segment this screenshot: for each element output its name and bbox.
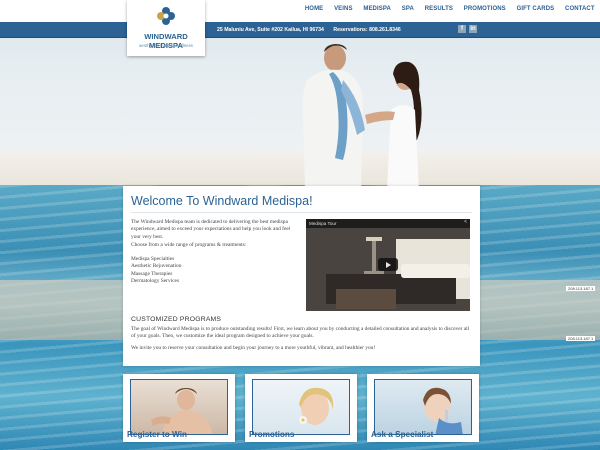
video-title: Medispa Tour [306, 219, 470, 228]
section-heading: CUSTOMIZED PROGRAMS [131, 316, 222, 323]
video-player[interactable]: Medispa Tour < [306, 219, 470, 311]
welcome-panel: Welcome To Windward Medispa! The Windwar… [123, 186, 480, 366]
ip-address-note: 208.113.187.1 [566, 286, 596, 291]
massage-image [130, 379, 228, 435]
facebook-icon[interactable]: f [458, 25, 466, 33]
smiling-woman-image [252, 379, 350, 435]
list-item: Dermatology Services [131, 278, 180, 285]
reservations-text[interactable]: Reservations: 808.261.8346 [333, 27, 400, 33]
list-item: Medispa Specialties [131, 256, 175, 262]
flower-logo-icon [157, 7, 175, 25]
top-navigation-bar: HOME VEINS MEDISPA SPA RESULTS PROMOTION… [0, 0, 600, 22]
address-text: 25 Maluniu Ave, Suite #202 Kailua, HI 96… [217, 27, 324, 33]
ip-address-note: 208.113.187.1 [566, 336, 596, 341]
invite-paragraph: We invite you to reserve your consultati… [131, 345, 376, 351]
nav-home[interactable]: HOME [299, 6, 328, 12]
promotions-card[interactable]: Promotions [245, 374, 357, 442]
hero-couple-image [302, 44, 422, 190]
specialist-card[interactable]: Ask a Specialist [367, 374, 479, 442]
main-navigation: HOME VEINS MEDISPA SPA RESULTS PROMOTION… [299, 6, 600, 12]
choose-text: Choose from a wide range of programs & t… [131, 242, 247, 248]
intro-paragraph: The Windward Medispa team is dedicated t… [131, 219, 291, 240]
site-logo[interactable]: WINDWARD MEDISPA aesthetics | veins | we… [127, 0, 205, 56]
shallow-water-left [0, 280, 130, 340]
nav-results[interactable]: RESULTS [419, 6, 458, 12]
contact-info-bar: 25 Maluniu Ave, Suite #202 Kailua, HI 96… [0, 22, 600, 38]
goal-paragraph: The goal of Windward Medispa is to produ… [131, 326, 470, 340]
share-icon[interactable]: < [464, 219, 467, 225]
title-divider [131, 212, 472, 213]
treatment-image [374, 379, 472, 435]
nav-veins[interactable]: VEINS [329, 6, 358, 12]
social-links: f in [458, 25, 477, 33]
contact-info: 25 Maluniu Ave, Suite #202 Kailua, HI 96… [217, 27, 409, 33]
nav-spa[interactable]: SPA [396, 6, 419, 12]
nav-gift-cards[interactable]: GIFT CARDS [511, 6, 559, 12]
nav-medispa[interactable]: MEDISPA [358, 6, 396, 12]
card-label: Ask a Specialist [371, 430, 434, 439]
card-label: Register to Win [127, 430, 187, 439]
register-card[interactable]: Register to Win [123, 374, 235, 442]
nav-contact[interactable]: CONTACT [560, 6, 600, 12]
list-item: Aesthetic Rejuvenation [131, 263, 182, 270]
list-item: Massage Therapies [131, 270, 173, 277]
card-label: Promotions [249, 430, 295, 439]
linkedin-icon[interactable]: in [469, 25, 477, 33]
logo-tagline: aesthetics | veins | wellness [138, 43, 194, 48]
nav-promotions[interactable]: PROMOTIONS [458, 6, 511, 12]
services-list: Medispa Specialties Aesthetic Rejuvenati… [131, 256, 301, 286]
play-button[interactable] [378, 258, 398, 271]
page-title: Welcome To Windward Medispa! [131, 194, 313, 208]
